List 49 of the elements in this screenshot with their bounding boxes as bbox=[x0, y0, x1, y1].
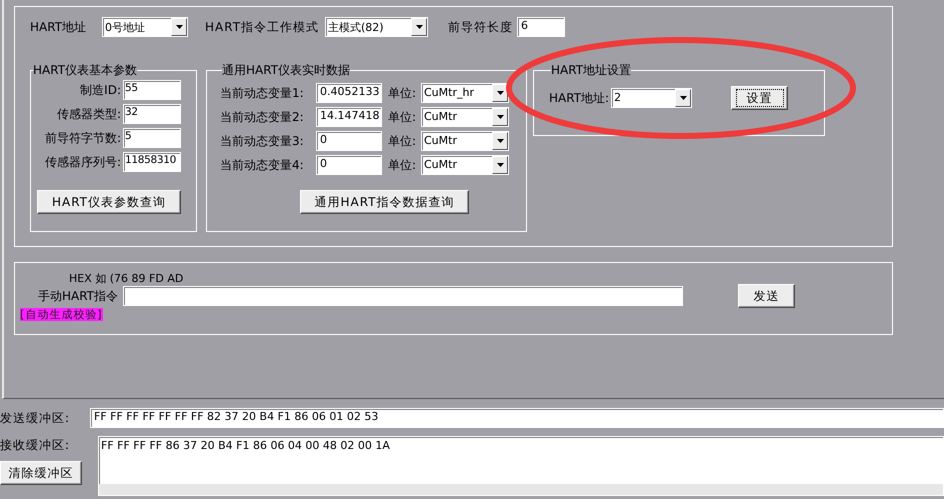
label: 前导符长度 bbox=[448, 20, 514, 34]
label: 当前动态变量2: bbox=[220, 110, 305, 124]
label: HART地址 bbox=[30, 20, 88, 34]
group-title: HART地址设置 bbox=[551, 63, 632, 77]
dropdown[interactable]: CuMtr_hr bbox=[421, 83, 509, 103]
input-field[interactable]: 5 bbox=[123, 128, 181, 148]
dropdown[interactable]: CuMtr bbox=[421, 107, 509, 127]
input-field[interactable] bbox=[123, 286, 683, 306]
input-field[interactable]: 0 bbox=[316, 131, 382, 151]
label: 当前动态变量3: bbox=[220, 134, 305, 148]
label: HART指令工作模式 bbox=[205, 20, 320, 34]
label: 前导符字节数: bbox=[44, 131, 121, 145]
checksum-label[interactable]: [自动生成校验] bbox=[20, 308, 103, 321]
button[interactable]: HART仪表参数查询 bbox=[37, 190, 181, 214]
input-field[interactable]: 14.147418 bbox=[316, 107, 382, 127]
button[interactable]: 发送 bbox=[738, 284, 795, 308]
label: 发送缓冲区: bbox=[0, 411, 72, 425]
hint-text: HEX 如 (76 89 FD AD bbox=[69, 272, 184, 285]
input-field[interactable]: 32 bbox=[123, 104, 181, 124]
label: HART地址: bbox=[549, 91, 610, 105]
label: 制造ID: bbox=[80, 83, 121, 97]
input-field[interactable]: 55 bbox=[123, 80, 181, 100]
dropdown[interactable]: CuMtr bbox=[421, 131, 509, 151]
text-area[interactable]: FF FF FF FF 86 37 20 B4 F1 86 06 04 00 48 02 00 1A bbox=[98, 436, 944, 496]
dropdown[interactable]: 2 bbox=[611, 88, 692, 108]
label: 手动HART指令 bbox=[36, 289, 118, 303]
label: 当前动态变量1: bbox=[220, 86, 305, 100]
label: 接收缓冲区: bbox=[0, 438, 72, 452]
group-title: 通用HART仪表实时数据 bbox=[222, 63, 350, 77]
dropdown[interactable]: 0号地址 bbox=[102, 17, 188, 37]
button[interactable]: 清除缓冲区 bbox=[0, 461, 82, 485]
input-field[interactable]: 0.4052133 bbox=[316, 83, 382, 103]
dropdown[interactable]: 主模式(82) bbox=[325, 17, 428, 37]
label: 当前动态变量4: bbox=[220, 158, 305, 172]
label: 传感器类型: bbox=[56, 107, 121, 121]
input-field[interactable]: 11858310 bbox=[123, 152, 181, 172]
group-title: HART仪表基本参数 bbox=[33, 63, 138, 77]
scrollbar[interactable] bbox=[99, 484, 943, 495]
button[interactable]: 通用HART指令数据查询 bbox=[300, 190, 469, 214]
label: 单位: bbox=[388, 86, 418, 100]
input-field[interactable]: 6 bbox=[517, 17, 565, 37]
label: 单位: bbox=[388, 110, 418, 124]
dropdown[interactable]: CuMtr bbox=[421, 155, 509, 175]
input-field[interactable]: 0 bbox=[316, 155, 382, 175]
label: 单位: bbox=[388, 158, 418, 172]
label: 单位: bbox=[388, 134, 418, 148]
button[interactable]: 设置 bbox=[731, 86, 788, 110]
input-field[interactable]: FF FF FF FF FF FF FF 82 37 20 B4 F1 86 06 01 02 53 bbox=[90, 408, 944, 428]
label: 传感器序列号: bbox=[44, 155, 121, 169]
